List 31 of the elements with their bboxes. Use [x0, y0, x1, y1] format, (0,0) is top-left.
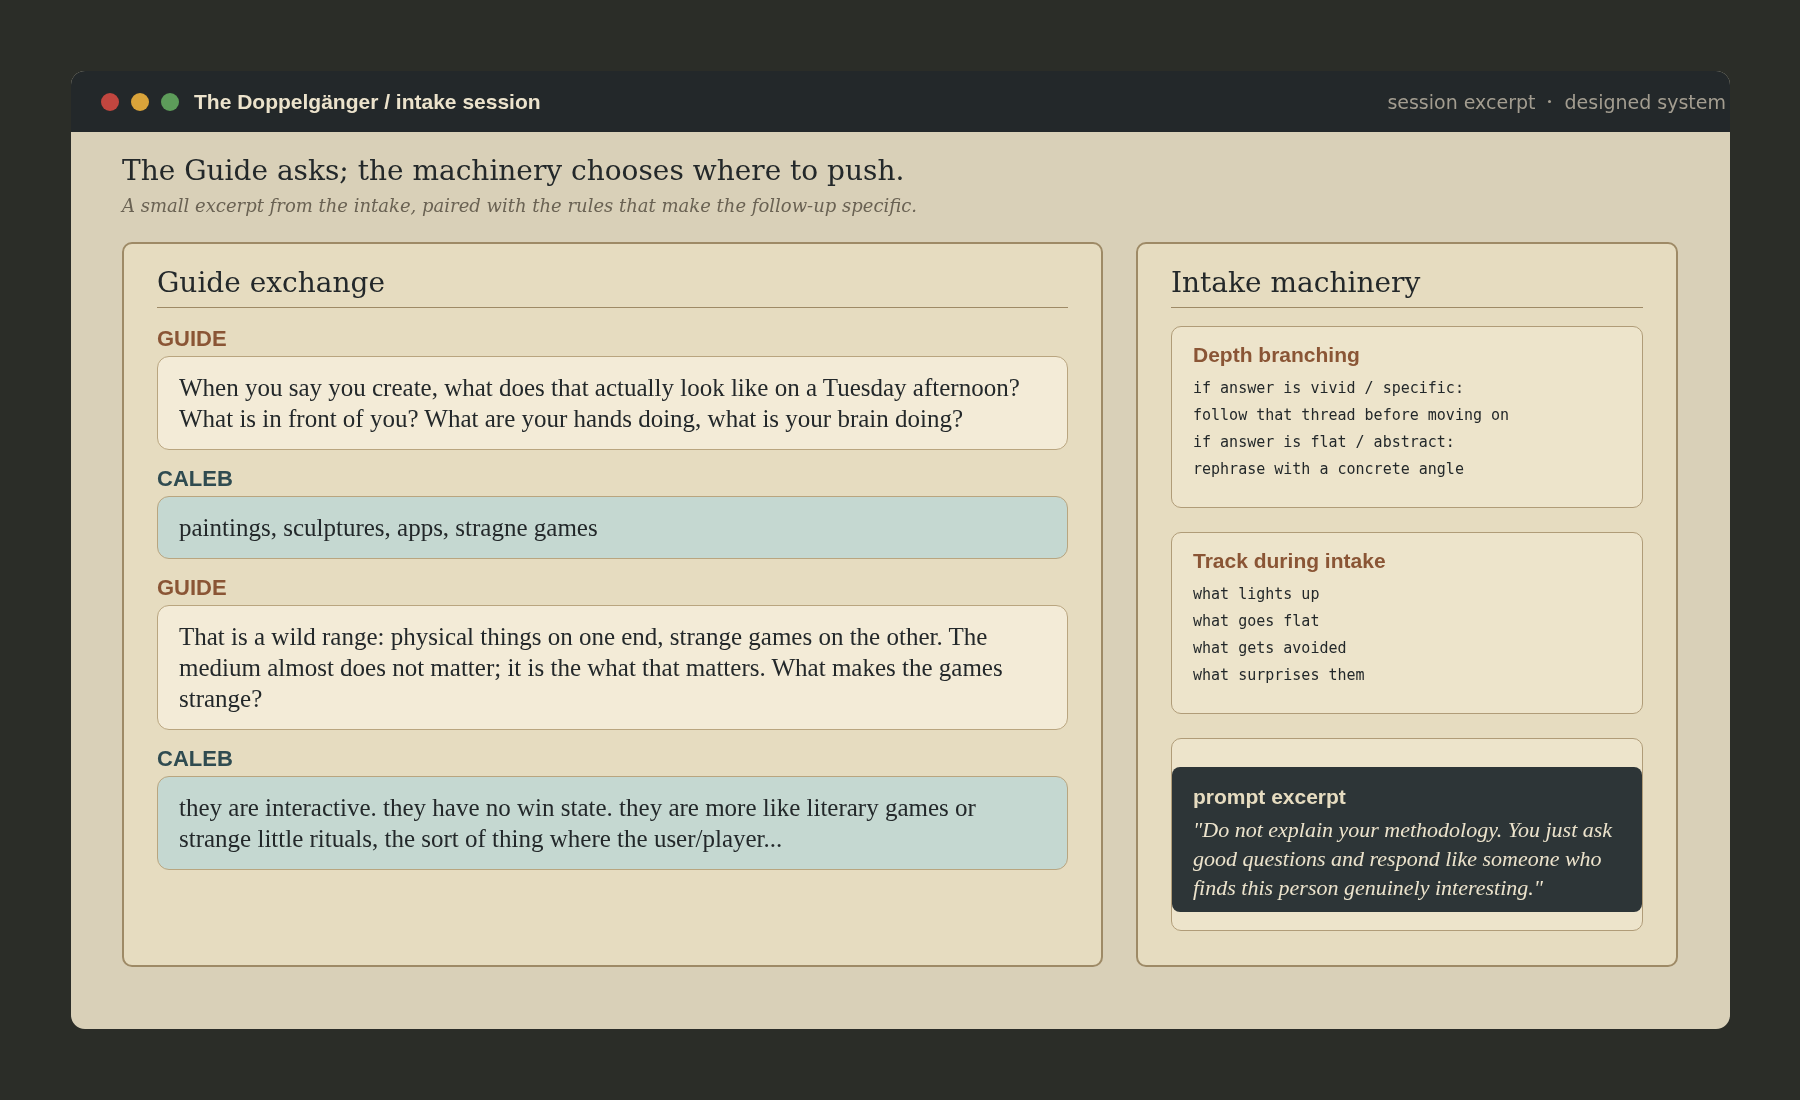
tooltip-title: prompt excerpt	[1193, 785, 1347, 809]
close-icon[interactable]	[101, 92, 119, 111]
meta-label: session excerpt	[1387, 90, 1536, 113]
code-line: if answer is flat / abstract:	[1193, 432, 1456, 453]
speaker-label: CALEB	[157, 746, 234, 772]
separator-dot-icon	[1548, 100, 1552, 103]
code-line: what gets avoided	[1193, 638, 1348, 659]
maximize-icon[interactable]	[161, 92, 179, 111]
panel-title: Intake machinery	[1171, 266, 1643, 308]
code-line: rephrase with a concrete angle	[1193, 459, 1465, 480]
window-title: The Doppelgänger / intake session	[194, 89, 541, 114]
message-bubble: paintings, sculptures, apps, stragne games	[157, 496, 1068, 559]
speaker-label: GUIDE	[157, 575, 228, 601]
meta-label: designed system	[1564, 90, 1726, 113]
speaker-label: GUIDE	[157, 326, 228, 352]
page-subtitle: A small excerpt from the intake, paired with the rules that make the follow-up specific.	[122, 195, 919, 216]
card-title: Depth branching	[1193, 343, 1361, 367]
speaker-label: CALEB	[157, 466, 234, 492]
card-title: Track during intake	[1193, 549, 1387, 573]
code-line: if answer is vivid / specific:	[1193, 378, 1465, 399]
code-line: what goes flat	[1193, 611, 1321, 632]
prompt-quote: "Do not explain your methodology. You just ask good questions and respond like someone who finds this person genuinely interesting."	[1193, 816, 1614, 902]
message-bubble: When you say you create, what does that actually look like on a Tuesday afternoon? What is in front of you? What are your hands doing, what is your brain doing?	[157, 356, 1068, 450]
code-line: what surprises them	[1193, 665, 1366, 686]
message-bubble: they are interactive. they have no win state. they are more like literary games or strange little rituals, the sort of thing where the user/player...	[157, 776, 1068, 870]
code-line: follow that thread before moving on	[1193, 405, 1511, 426]
page-title: The Guide asks; the machinery chooses where to push.	[122, 154, 906, 187]
panel-title: Guide exchange	[157, 266, 1068, 308]
message-bubble: That is a wild range: physical things on one end, strange games on the other. The medium almost does not matter; it is the what that matters. What makes the games strange?	[157, 605, 1068, 730]
code-line: what lights up	[1193, 584, 1321, 605]
minimize-icon[interactable]	[131, 92, 149, 111]
